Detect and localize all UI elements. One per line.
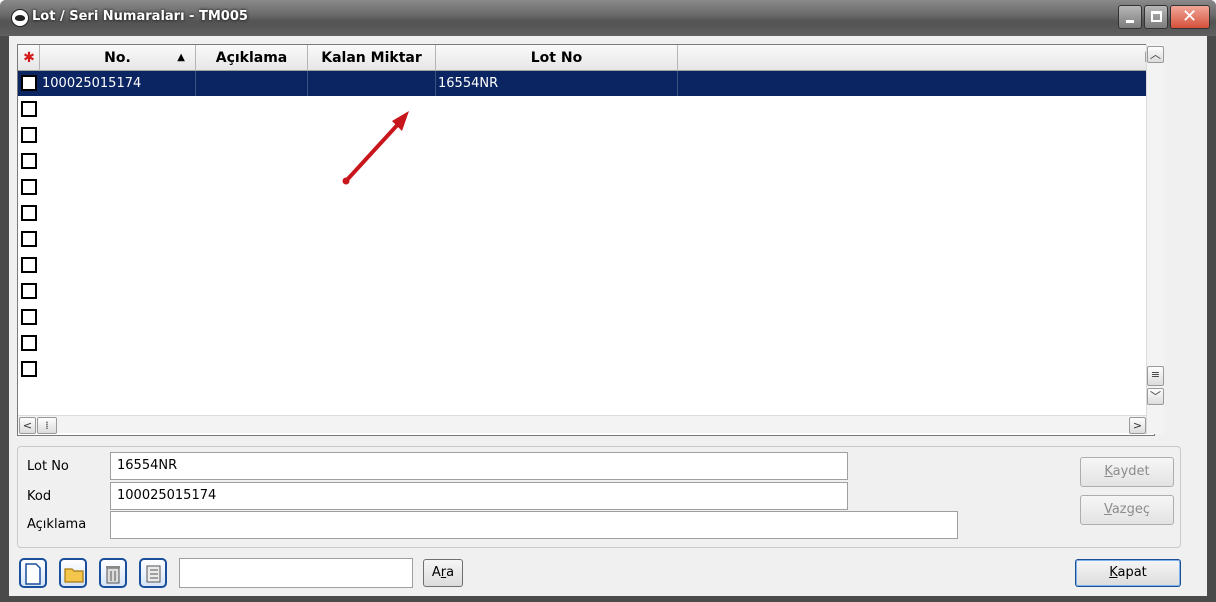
app-icon — [11, 9, 29, 27]
annotation-arrow-tail — [342, 177, 350, 185]
detail-form: Lot No 16554NR Kod 100025015174 Açıklama… — [17, 446, 1181, 548]
save-button[interactable]: Kaydet — [1080, 457, 1174, 487]
annotation-arrow — [342, 111, 409, 185]
save-button-mnemonic: K — [1104, 464, 1113, 479]
list-button[interactable] — [139, 558, 167, 588]
open-button[interactable] — [59, 558, 87, 588]
search-button-label-start: A — [431, 565, 441, 580]
maximize-button[interactable] — [1144, 5, 1168, 29]
cancel-button[interactable]: Vazgeç — [1080, 495, 1174, 525]
horizontal-scrollbar[interactable] — [18, 415, 1146, 433]
close-icon: ✕ — [1182, 6, 1198, 27]
title-bar[interactable]: Lot / Seri Numaraları - TM005 ✕ — [0, 0, 1216, 36]
kod-field[interactable]: 100025015174 — [110, 482, 848, 510]
close-button[interactable]: ✕ — [1170, 5, 1210, 29]
search-button-label-end: a — [446, 565, 455, 580]
lot-no-field[interactable]: 16554NR — [110, 452, 848, 480]
chevron-right-icon: > — [1132, 419, 1143, 432]
minimize-icon — [1126, 20, 1134, 23]
new-document-icon — [25, 563, 41, 585]
delete-button[interactable] — [99, 558, 127, 588]
save-button-label: aydet — [1112, 464, 1150, 479]
scroll-up-button[interactable]: ︿ — [1147, 46, 1164, 63]
new-button[interactable] — [19, 558, 47, 588]
search-input[interactable] — [179, 558, 413, 588]
window-client-area: ✱ No. ▲ Açıklama Kalan Miktar Lot No E 1… — [9, 36, 1207, 596]
horizontal-scroll-thumb[interactable]: ⁞ — [37, 417, 57, 434]
aciklama-label: Açıklama — [27, 517, 87, 532]
minimize-button[interactable] — [1118, 5, 1142, 29]
scroll-right-button[interactable]: > — [1129, 417, 1146, 434]
close-window-button[interactable]: Kapat — [1075, 559, 1181, 587]
cancel-button-label: azgeç — [1111, 502, 1151, 517]
trash-icon — [106, 566, 120, 584]
kod-label: Kod — [27, 489, 52, 504]
grip-icon: ⁞ — [45, 419, 49, 432]
chevron-left-icon: < — [22, 419, 33, 432]
maximize-icon — [1151, 11, 1162, 22]
cancel-button-mnemonic: V — [1103, 502, 1112, 517]
chevron-down-icon: ﹀ — [1150, 390, 1161, 403]
window-title: Lot / Seri Numaraları - TM005 — [32, 9, 248, 24]
chevron-up-icon: ︿ — [1150, 48, 1161, 61]
close-window-mnemonic: K — [1109, 565, 1118, 580]
lot-no-label: Lot No — [27, 459, 69, 474]
aciklama-field[interactable] — [110, 511, 958, 539]
grip-icon: ≡ — [1150, 368, 1161, 381]
open-folder-icon — [64, 568, 84, 583]
list-icon — [146, 565, 161, 583]
lot-serial-grid[interactable]: ✱ No. ▲ Açıklama Kalan Miktar Lot No E 1… — [17, 44, 1155, 436]
vertical-scroll-thumb[interactable]: ≡ — [1147, 366, 1164, 386]
close-window-label: apat — [1117, 565, 1147, 580]
lot-serial-window: Lot / Seri Numaraları - TM005 ✕ ✱ No. ▲ … — [0, 0, 1216, 602]
search-button[interactable]: Ara — [423, 559, 463, 587]
annotation-arrow-shaft — [344, 119, 403, 183]
scroll-down-button[interactable]: ﹀ — [1147, 388, 1164, 405]
scroll-left-button[interactable]: < — [19, 417, 36, 434]
bottom-toolbar: Ara Kapat — [17, 554, 1181, 592]
